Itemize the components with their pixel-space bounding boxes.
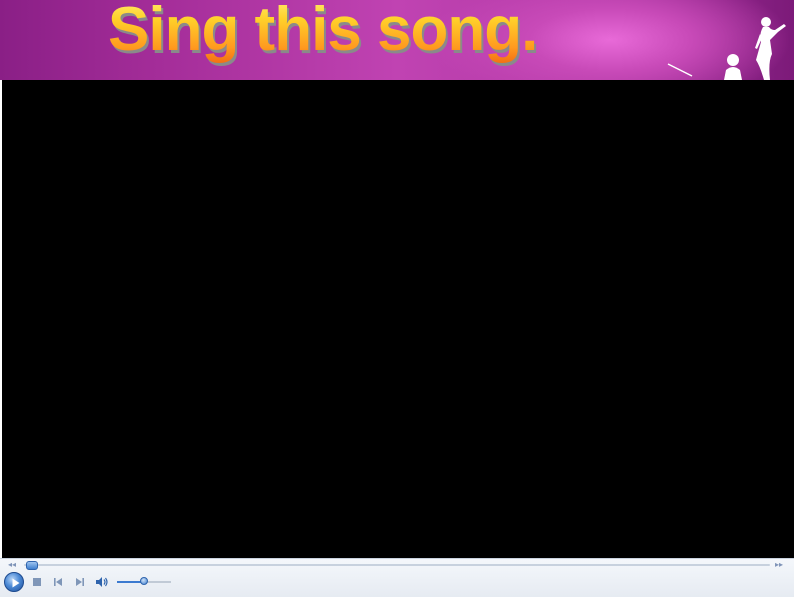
play-icon bbox=[12, 578, 20, 588]
slide-banner: Sing this song. bbox=[0, 0, 794, 80]
singer-silhouettes-image bbox=[667, 17, 786, 80]
fast-forward-icon[interactable]: ▸▸ bbox=[775, 560, 783, 569]
stop-icon[interactable] bbox=[31, 576, 43, 588]
volume-handle[interactable] bbox=[140, 577, 148, 585]
slide-title: Sing this song. bbox=[108, 0, 538, 65]
video-display-area[interactable] bbox=[2, 80, 794, 558]
seek-bar[interactable] bbox=[24, 564, 770, 566]
seek-handle[interactable] bbox=[26, 561, 38, 570]
speaker-icon[interactable] bbox=[95, 576, 109, 588]
next-track-icon[interactable] bbox=[74, 576, 86, 588]
rewind-icon[interactable]: ◂◂ bbox=[8, 560, 16, 569]
play-button[interactable] bbox=[4, 572, 24, 592]
media-player-controls: ◂◂ ▸▸ bbox=[0, 558, 794, 597]
seek-bar-row: ◂◂ ▸▸ bbox=[0, 559, 794, 571]
previous-track-icon[interactable] bbox=[52, 576, 64, 588]
transport-controls bbox=[0, 571, 794, 597]
